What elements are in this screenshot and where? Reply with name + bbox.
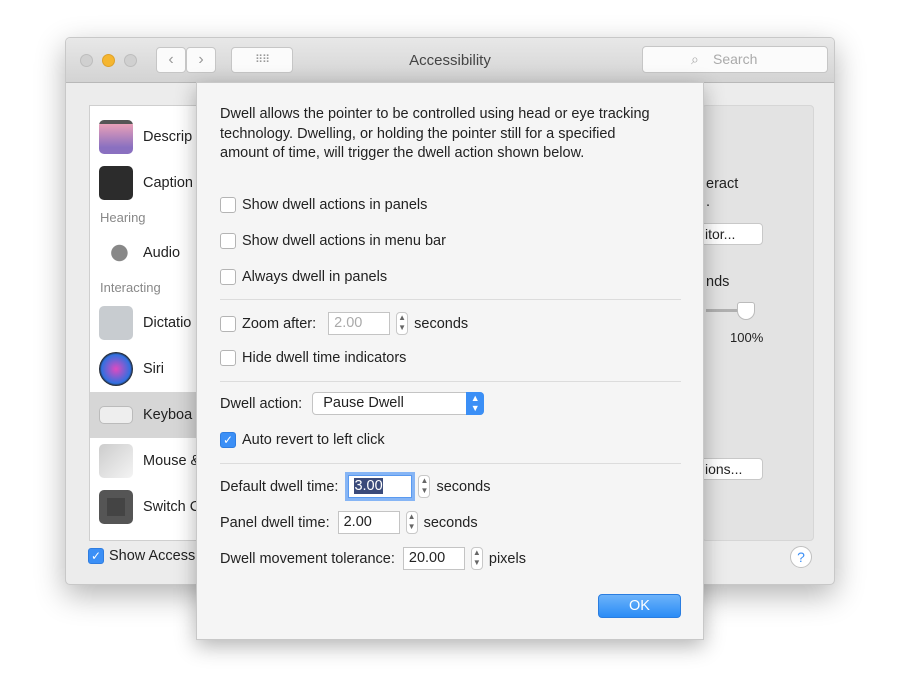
divider	[220, 381, 681, 382]
label: Zoom after:	[242, 315, 317, 332]
show-dwell-menubar-checkbox[interactable]: Show dwell actions in menu bar	[220, 233, 446, 249]
section-interacting: Interacting	[100, 280, 161, 295]
label: Panel dwell time:	[220, 514, 330, 531]
captions-icon	[99, 166, 133, 200]
label: Caption	[143, 175, 193, 191]
checkbox[interactable]: ✓	[220, 432, 236, 448]
stepper[interactable]: ▲ ▼	[470, 547, 483, 570]
label: Descrip	[143, 129, 193, 145]
auto-revert-checkbox[interactable]: ✓ Auto revert to left click	[220, 432, 385, 448]
panel-dwell-row: Panel dwell time: 2.00 ▲ ▼ seconds	[220, 511, 478, 534]
divider	[220, 463, 681, 464]
label: Show dwell actions in panels	[242, 197, 428, 213]
open-editor-button[interactable]: itor...	[696, 223, 763, 245]
label: Show dwell actions in menu bar	[242, 233, 446, 249]
options-button[interactable]: ions...	[696, 458, 763, 480]
chevron-updown-icon: ▲ ▼	[466, 392, 485, 415]
search-field[interactable]: ⌕ Search	[642, 46, 828, 73]
checkbox[interactable]	[220, 233, 236, 249]
panel-text: .	[706, 194, 711, 210]
microphone-icon	[99, 306, 133, 340]
label: Show Access	[109, 548, 196, 564]
label: Dwell action:	[220, 395, 303, 412]
label: Dwell movement tolerance:	[220, 550, 395, 567]
label: Keyboa	[143, 407, 193, 423]
value: 3.00	[354, 478, 383, 494]
panel-text: eract	[706, 176, 739, 192]
stepper[interactable]: ▲ ▼	[418, 475, 431, 498]
unit: pixels	[488, 550, 526, 567]
sidebar-item-mouse[interactable]: Mouse &	[90, 438, 208, 484]
ok-button[interactable]: OK	[598, 594, 681, 618]
panel-dwell-field[interactable]: 2.00	[337, 511, 400, 534]
title-bar: ‹ › ⠿⠿ Accessibility ⌕ Search	[66, 38, 834, 83]
stepper[interactable]: ▲ ▼	[405, 511, 418, 534]
show-status-row[interactable]: ✓ Show Access	[88, 548, 195, 564]
label: Auto revert to left click	[242, 432, 385, 448]
switch-control-icon	[99, 490, 133, 524]
label: Switch C	[143, 499, 201, 515]
unit: seconds	[414, 315, 469, 332]
sidebar-item-switch-control[interactable]: Switch C	[90, 484, 208, 530]
label: Always dwell in panels	[242, 269, 388, 285]
sidebar-item-audio[interactable]: Audio	[90, 230, 208, 276]
speaker-icon	[99, 236, 133, 270]
zoom-after-row: Zoom after: 2.00 ▲ ▼ seconds	[220, 312, 468, 335]
hide-indicators-checkbox[interactable]: Hide dwell time indicators	[220, 350, 406, 366]
default-dwell-field[interactable]: 3.00	[345, 472, 416, 501]
keyboard-icon	[99, 406, 133, 424]
section-hearing: Hearing	[100, 210, 146, 225]
description: Dwell allows the pointer to be controlle…	[220, 106, 650, 161]
slider-thumb[interactable]	[737, 302, 755, 320]
label: Audio	[143, 245, 181, 261]
label: Default dwell time:	[220, 478, 339, 495]
sidebar: Descrip Caption Hearing Audio Interactin…	[89, 105, 209, 541]
help-button[interactable]: ?	[790, 546, 812, 568]
stepper[interactable]: ▲ ▼	[396, 312, 409, 335]
zoom-after-checkbox[interactable]	[220, 315, 236, 332]
siri-icon	[99, 352, 133, 386]
checkbox[interactable]: ✓	[88, 548, 104, 564]
dwell-action-row: Dwell action: Pause Dwell ▲ ▼	[220, 392, 485, 415]
search-placeholder: Search	[713, 51, 758, 67]
unit: seconds	[436, 478, 491, 495]
zoom-after-field[interactable]: 2.00	[328, 312, 391, 335]
value: Pause Dwell	[323, 395, 404, 411]
sidebar-item-captions[interactable]: Caption	[90, 160, 208, 206]
label: Mouse &	[143, 453, 201, 469]
checkbox[interactable]	[220, 197, 236, 213]
search-icon: ⌕	[691, 51, 699, 67]
label: Hide dwell time indicators	[242, 350, 407, 366]
checkbox[interactable]	[220, 269, 236, 285]
unit: seconds	[423, 514, 478, 531]
always-dwell-checkbox[interactable]: Always dwell in panels	[220, 269, 387, 285]
sidebar-item-dictation[interactable]: Dictatio	[90, 300, 208, 346]
sidebar-item-keyboard[interactable]: Keyboa	[90, 392, 208, 438]
sidebar-item-descriptions[interactable]: Descrip	[90, 114, 208, 160]
dwell-options-sheet: Dwell allows the pointer to be controlle…	[196, 82, 704, 640]
tolerance-row: Dwell movement tolerance: 20.00 ▲ ▼ pixels	[220, 547, 526, 570]
tolerance-field[interactable]: 20.00	[402, 547, 465, 570]
sidebar-item-siri[interactable]: Siri	[90, 346, 208, 392]
label: Siri	[143, 361, 164, 377]
checkbox[interactable]	[220, 350, 236, 366]
show-dwell-panels-checkbox[interactable]: Show dwell actions in panels	[220, 197, 427, 213]
mouse-icon	[99, 444, 133, 478]
dwell-action-popup[interactable]: Pause Dwell ▲ ▼	[312, 392, 485, 415]
default-dwell-row: Default dwell time: 3.00 ▲ ▼ seconds	[220, 472, 491, 501]
divider	[220, 299, 681, 300]
slider-value: 100%	[730, 330, 764, 345]
panel-text: nds	[706, 274, 730, 290]
descriptions-icon	[99, 120, 133, 154]
label: Dictatio	[143, 315, 192, 331]
